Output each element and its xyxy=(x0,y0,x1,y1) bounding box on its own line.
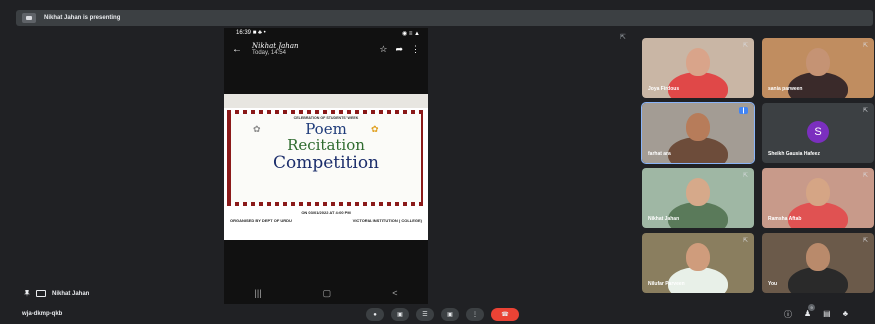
status-right-icons: ◉ ≡ ▲ xyxy=(401,31,420,37)
camera-button[interactable]: ▣ xyxy=(391,308,409,321)
pin-icon[interactable]: ⇱ xyxy=(743,237,748,244)
pin-icon[interactable] xyxy=(24,290,30,297)
presenting-banner: Nikhat Jahan is presenting xyxy=(16,10,873,26)
star-icon: ☆ xyxy=(379,43,388,54)
participant-name: Nikhat Jahan xyxy=(648,216,680,222)
pin-icon[interactable]: ⇱ xyxy=(743,42,748,49)
participant-name: Ramsha Aftab xyxy=(768,216,802,222)
avatar: S xyxy=(807,121,829,143)
participant-face xyxy=(686,48,710,76)
poster-organiser: ORGANISED BY DEPT OF URDU VICTORIA INSTI… xyxy=(230,218,422,223)
pin-icon[interactable]: ⇱ xyxy=(863,237,868,244)
phone-nav-bar: ||| ▢ < xyxy=(224,282,428,304)
phone-time: 16:39 xyxy=(236,30,252,36)
end-call-button[interactable]: ☎ xyxy=(491,308,519,321)
poster-date: ON 03/01/2022 AT 4:00 PM xyxy=(301,210,351,215)
back-arrow-icon: ← xyxy=(232,43,242,55)
event-poster: CELEBRATION OF STUDENTS' WEEK ✿ ✿ Poem R… xyxy=(224,94,428,240)
contact-name: Nikhat Jahan xyxy=(252,41,299,50)
poster-band xyxy=(224,94,428,108)
mic-button[interactable]: ● xyxy=(366,308,384,321)
poster-frame: CELEBRATION OF STUDENTS' WEEK ✿ ✿ Poem R… xyxy=(227,110,425,206)
present-button[interactable]: ▣ xyxy=(441,308,459,321)
shared-screen: 16:39 ■ ♣ • ◉ ≡ ▲ ← Nikhat Jahan Today, … xyxy=(224,28,428,304)
flower-icon: ✿ xyxy=(371,124,379,134)
activities-icon[interactable]: ♣ xyxy=(843,309,848,320)
call-controls: ● ▣ ☰ ▣ ⋮ ☎ xyxy=(366,308,519,321)
recent-apps-icon: ||| xyxy=(254,288,262,298)
organiser-left: ORGANISED BY DEPT OF URDU xyxy=(230,218,292,223)
participant-count: 9 xyxy=(808,304,816,311)
pin-icon[interactable]: ⇱ xyxy=(863,172,868,179)
more-icon: ⋮ xyxy=(411,43,420,54)
info-icon[interactable]: ⓘ xyxy=(784,309,792,320)
flower-icon: ✿ xyxy=(253,124,261,134)
organiser-right: VICTORIA INSTITUTION ( COLLEGE) xyxy=(352,218,422,223)
participant-face xyxy=(806,243,830,271)
home-icon: ▢ xyxy=(322,287,332,298)
pin-icon[interactable]: ⇱ xyxy=(743,172,748,179)
speaking-icon[interactable]: ❙ xyxy=(738,107,748,114)
participant-tile[interactable]: ⇱ sania parween xyxy=(762,38,874,98)
poster-line-3: Competition xyxy=(272,153,380,173)
participant-tile[interactable]: S ⇱ Sheikh Gausia Hafeez xyxy=(762,103,874,163)
more-options-button[interactable]: ⋮ xyxy=(466,308,484,321)
presenter-label: Nikhat Jahan xyxy=(24,290,89,297)
participant-tile[interactable]: ⇱ Nilufar Parveen xyxy=(642,233,754,293)
participant-name: Sheikh Gausia Hafeez xyxy=(768,151,820,157)
screen-share-icon xyxy=(22,13,36,23)
phone-status-bar: 16:39 ■ ♣ • ◉ ≡ ▲ xyxy=(224,28,428,38)
status-icons: ■ ♣ • xyxy=(252,30,266,36)
phone-header: ← Nikhat Jahan Today, 14:54 ☆ ➦ ⋮ xyxy=(224,38,428,60)
participant-tile[interactable]: ⇱ Joya Firdous xyxy=(642,38,754,98)
participant-name: sania parween xyxy=(768,86,803,92)
people-button[interactable]: ♟ 9 xyxy=(804,304,816,320)
participant-face xyxy=(686,113,710,141)
chat-icon[interactable]: ▤ xyxy=(823,309,831,320)
captions-button[interactable]: ☰ xyxy=(416,308,434,321)
participant-tile[interactable]: ⇱ Nikhat Jahan xyxy=(642,168,754,228)
participant-name: farhat ara xyxy=(648,151,671,157)
participant-tile[interactable]: ⇱ You xyxy=(762,233,874,293)
participant-tile[interactable]: ⇱ Ramsha Aftab xyxy=(762,168,874,228)
participant-face xyxy=(806,48,830,76)
back-icon: < xyxy=(392,288,398,298)
poster-line-2: Recitation xyxy=(287,136,365,154)
pin-icon[interactable]: ⇱ xyxy=(863,42,868,49)
participant-face xyxy=(686,243,710,271)
participant-face xyxy=(686,178,710,206)
bottom-bar: wja-dkmp-qkb ● ▣ ☰ ▣ ⋮ ☎ ⓘ ♟ 9 ▤ ♣ xyxy=(0,304,875,324)
pin-icon[interactable]: ⇱ xyxy=(620,33,626,41)
screen-share-icon xyxy=(36,290,46,297)
contact-time: Today, 14:54 xyxy=(252,49,286,56)
participant-face xyxy=(806,178,830,206)
presenter-name: Nikhat Jahan xyxy=(52,290,90,297)
presenting-text: Nikhat Jahan is presenting xyxy=(44,15,121,21)
share-icon: ➦ xyxy=(395,43,403,54)
side-controls: ⓘ ♟ 9 ▤ ♣ xyxy=(784,304,848,320)
participant-tile[interactable]: ❙ farhat ara xyxy=(641,102,755,164)
pin-icon[interactable]: ⇱ xyxy=(863,107,868,114)
participant-name: You xyxy=(768,281,778,287)
meeting-code: wja-dkmp-qkb xyxy=(22,311,63,317)
participant-name: Joya Firdous xyxy=(648,86,680,92)
participant-name: Nilufar Parveen xyxy=(648,281,685,287)
